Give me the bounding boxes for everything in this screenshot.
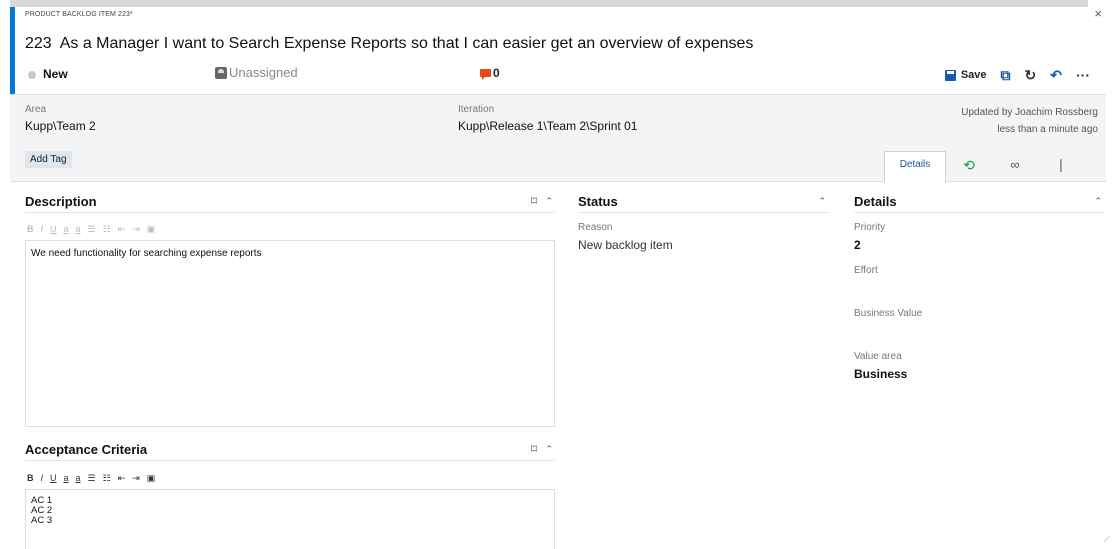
priority-field: Priority 2	[854, 222, 1094, 265]
acceptance-criteria-editor[interactable]: AC 1 AC 2 AC 3	[25, 489, 555, 549]
details-section: Priority 2 Effort Business Value Value a…	[854, 222, 1094, 394]
save-button[interactable]: Save	[944, 69, 987, 81]
copy-icon[interactable]: ⧉	[1001, 68, 1011, 82]
assigned-to-label: Unassigned	[229, 65, 298, 80]
work-item-title-text[interactable]: As a Manager I want to Search Expense Re…	[60, 35, 754, 52]
description-editor[interactable]: We need functionality for searching expe…	[25, 240, 555, 427]
save-label: Save	[960, 69, 987, 81]
comment-icon	[480, 69, 491, 80]
close-icon[interactable]: ×	[1094, 6, 1102, 21]
assigned-to-picker[interactable]: Unassigned	[215, 65, 298, 80]
outdent-icon[interactable]: ⇤	[118, 473, 126, 484]
more-actions-icon[interactable]: ···	[1076, 68, 1090, 82]
outdent-icon[interactable]: ⇤	[118, 224, 126, 235]
bold-icon[interactable]: B	[27, 224, 34, 235]
iteration-field: Iteration Kupp\Release 1\Team 2\Sprint 0…	[458, 104, 637, 133]
comments-counter[interactable]: 0	[480, 66, 500, 80]
highlight-icon[interactable]: a	[64, 473, 69, 484]
highlight-icon[interactable]: a	[64, 224, 69, 235]
insert-image-icon[interactable]: ▣	[147, 224, 156, 235]
header-panel: Area Kupp\Team 2 Iteration Kupp\Release …	[10, 94, 1106, 183]
work-item-type-label: PRODUCT BACKLOG ITEM 223*	[25, 11, 133, 18]
italic-icon[interactable]: I	[41, 224, 44, 235]
bullet-list-icon[interactable]: ☰	[88, 473, 96, 484]
work-item-title[interactable]: 223 As a Manager I want to Search Expense…	[25, 35, 753, 53]
state-indicator-icon	[28, 71, 36, 79]
resize-grip-icon[interactable]: ⟋	[1104, 534, 1110, 545]
description-header: Description ⌑ ⌃	[25, 193, 555, 213]
updated-info: Updated by Joachim Rossberg less than a …	[961, 104, 1098, 138]
underline-icon[interactable]: U	[50, 473, 57, 484]
status-header: Status ⌃	[578, 193, 828, 213]
underline-icon[interactable]: U	[50, 224, 57, 235]
area-field: Area Kupp\Team 2	[25, 104, 96, 133]
iteration-value[interactable]: Kupp\Release 1\Team 2\Sprint 01	[458, 119, 637, 133]
indent-icon[interactable]: ⇥	[132, 224, 140, 235]
work-item-type-color-bar	[10, 7, 15, 94]
font-color-icon[interactable]: a	[76, 473, 81, 484]
state-row: New Unassigned 0 Save ⧉ ↻ ↶ ···	[25, 64, 1100, 86]
bullet-list-icon[interactable]: ☰	[88, 224, 96, 235]
acceptance-criteria-header: Acceptance Criteria ⌑ ⌃	[25, 441, 555, 461]
window-top-bar	[10, 0, 1088, 7]
description-title: Description	[25, 194, 97, 209]
value-area-value[interactable]: Business	[854, 367, 1094, 381]
collapse-icon[interactable]: ⌃	[1094, 196, 1102, 207]
status-title: Status	[578, 194, 618, 209]
value-area-field: Value area Business	[854, 351, 1094, 394]
insert-image-icon[interactable]: ▣	[147, 473, 156, 484]
acceptance-criteria-title: Acceptance Criteria	[25, 442, 148, 457]
reason-label: Reason	[578, 222, 613, 233]
add-tag-button[interactable]: Add Tag	[25, 151, 72, 168]
links-icon[interactable]: ∞	[992, 151, 1038, 183]
details-header: Details ⌃	[854, 193, 1104, 213]
refresh-icon[interactable]: ↻	[1025, 68, 1037, 82]
acceptance-format-toolbar: B I U a a ☰ ☷ ⇤ ⇥ ▣	[27, 473, 155, 484]
numbered-list-icon[interactable]: ☷	[103, 224, 111, 235]
iteration-label: Iteration	[458, 104, 495, 115]
business-value-field: Business Value	[854, 308, 1094, 351]
font-color-icon[interactable]: a	[76, 224, 81, 235]
updated-by[interactable]: Updated by Joachim Rossberg	[961, 104, 1098, 121]
tab-bar: Details ⟲ ∞ ❘	[884, 151, 1084, 183]
tab-details[interactable]: Details	[884, 151, 946, 183]
collapse-icon[interactable]: ⌃	[545, 196, 553, 207]
italic-icon[interactable]: I	[41, 473, 44, 484]
area-label: Area	[25, 104, 47, 115]
business-value-label: Business Value	[854, 308, 923, 319]
effort-field: Effort	[854, 265, 1094, 308]
area-value[interactable]: Kupp\Team 2	[25, 119, 96, 133]
acceptance-line: AC 2	[31, 505, 53, 516]
effort-label: Effort	[854, 265, 878, 276]
maximize-icon[interactable]: ⌑	[531, 194, 537, 208]
work-item-id: 223	[25, 35, 52, 52]
value-area-label: Value area	[854, 351, 902, 362]
reason-value[interactable]: New backlog item	[578, 238, 673, 252]
undo-icon[interactable]: ↶	[1050, 68, 1062, 82]
acceptance-line: AC 1	[31, 495, 53, 506]
description-format-toolbar: B I U a a ☰ ☷ ⇤ ⇥ ▣	[27, 224, 155, 235]
acceptance-line: AC 3	[31, 515, 53, 526]
collapse-icon[interactable]: ⌃	[545, 444, 553, 455]
priority-label: Priority	[854, 222, 886, 233]
maximize-icon[interactable]: ⌑	[531, 442, 537, 456]
toolbar: Save ⧉ ↻ ↶ ···	[944, 64, 1090, 86]
updated-when: less than a minute ago	[997, 124, 1098, 135]
avatar-icon	[215, 66, 227, 79]
status-section: Reason New backlog item	[578, 222, 673, 252]
indent-icon[interactable]: ⇥	[132, 473, 140, 484]
bold-icon[interactable]: B	[27, 473, 34, 484]
priority-value[interactable]: 2	[854, 238, 1094, 252]
save-icon	[944, 69, 956, 81]
history-icon[interactable]: ⟲	[946, 151, 992, 183]
details-title: Details	[854, 194, 897, 209]
attachment-icon[interactable]: ❘	[1038, 151, 1084, 183]
numbered-list-icon[interactable]: ☷	[103, 473, 111, 484]
state-dropdown[interactable]: New	[43, 67, 68, 81]
comment-count: 0	[493, 66, 500, 80]
collapse-icon[interactable]: ⌃	[818, 196, 826, 207]
